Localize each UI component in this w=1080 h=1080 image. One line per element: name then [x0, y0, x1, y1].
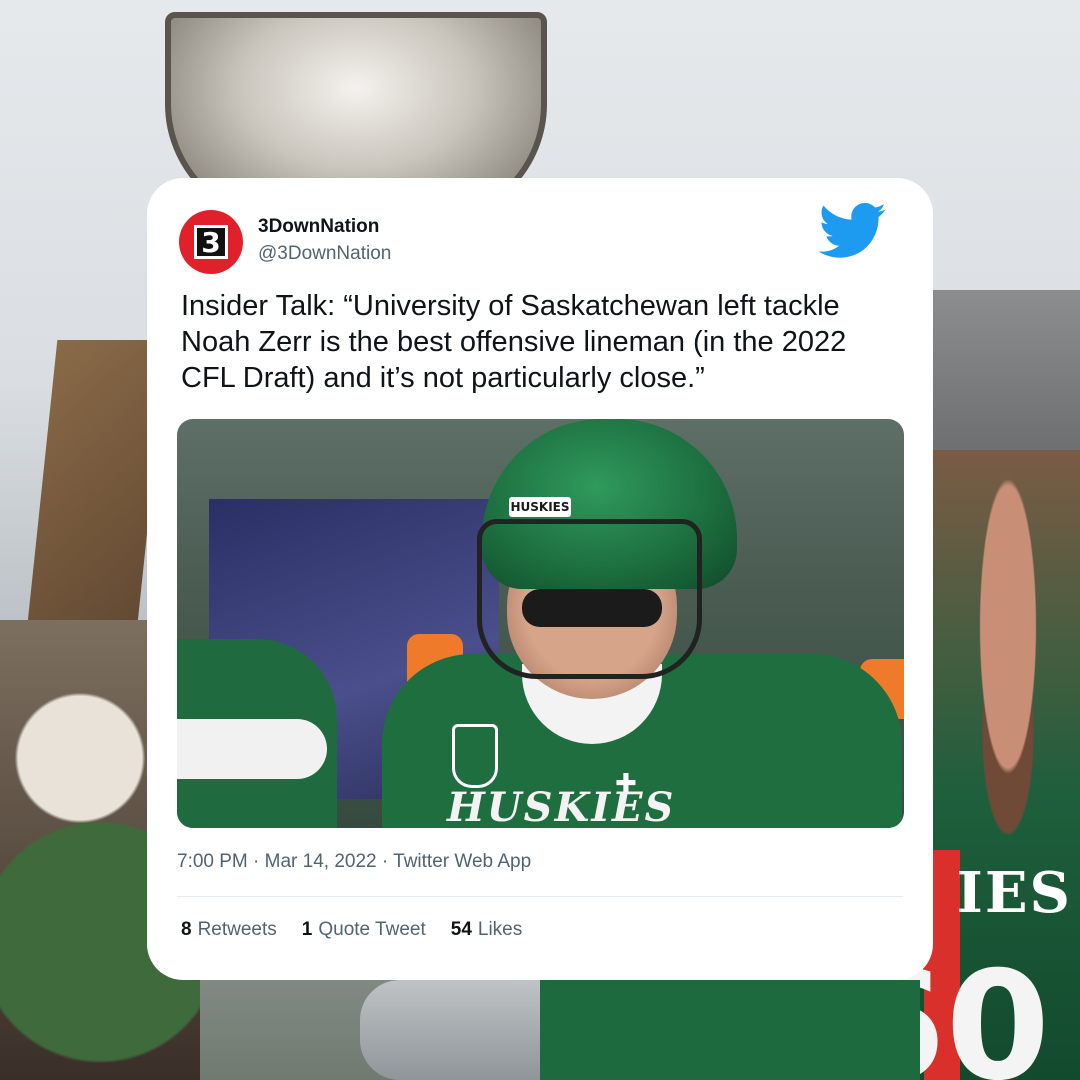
account-name[interactable]: 3DownNation [258, 216, 379, 238]
twitter-bird-icon [819, 202, 886, 258]
likes-stat[interactable]: 54 Likes [451, 919, 523, 941]
tweet-timestamp[interactable]: 7:00 PM · Mar 14, 2022 · Twitter Web App [177, 851, 531, 873]
bottom-jersey [540, 980, 920, 1080]
quote-tweets-count: 1 [301, 919, 313, 940]
tweet-card[interactable]: 3 3DownNation @3DownNation Insider Talk:… [147, 178, 933, 980]
3downnation-logo: 3 [194, 225, 228, 259]
background-building [930, 290, 1080, 470]
jersey-wordmark: HUSKIES [447, 784, 676, 828]
helmet-label: HUSKIES [509, 497, 571, 517]
avatar[interactable]: 3 [179, 210, 243, 274]
divider [177, 896, 903, 897]
quote-tweets-label: Quote Tweet [318, 919, 426, 940]
quote-tweets-stat[interactable]: 1 Quote Tweet [302, 919, 426, 941]
tweet-photo[interactable]: HUSKIES ✚ HUSKIES [177, 419, 904, 828]
account-handle[interactable]: @3DownNation [258, 243, 391, 265]
tweet-stats: 8 Retweets 1 Quote Tweet 54 Likes [181, 919, 522, 941]
tweet-text: Insider Talk: “University of Saskatchewa… [181, 290, 847, 394]
likes-label: Likes [477, 919, 523, 940]
canada-west-patch [452, 724, 498, 788]
retweets-stat[interactable]: 8 Retweets [181, 919, 277, 941]
teammate-sleeve-stripe [177, 719, 327, 779]
likes-count: 54 [450, 919, 472, 940]
facemask [477, 519, 702, 679]
background-jersey-text: IES [956, 860, 1072, 926]
retweets-count: 8 [181, 919, 192, 940]
retweets-label: Retweets [197, 919, 277, 940]
